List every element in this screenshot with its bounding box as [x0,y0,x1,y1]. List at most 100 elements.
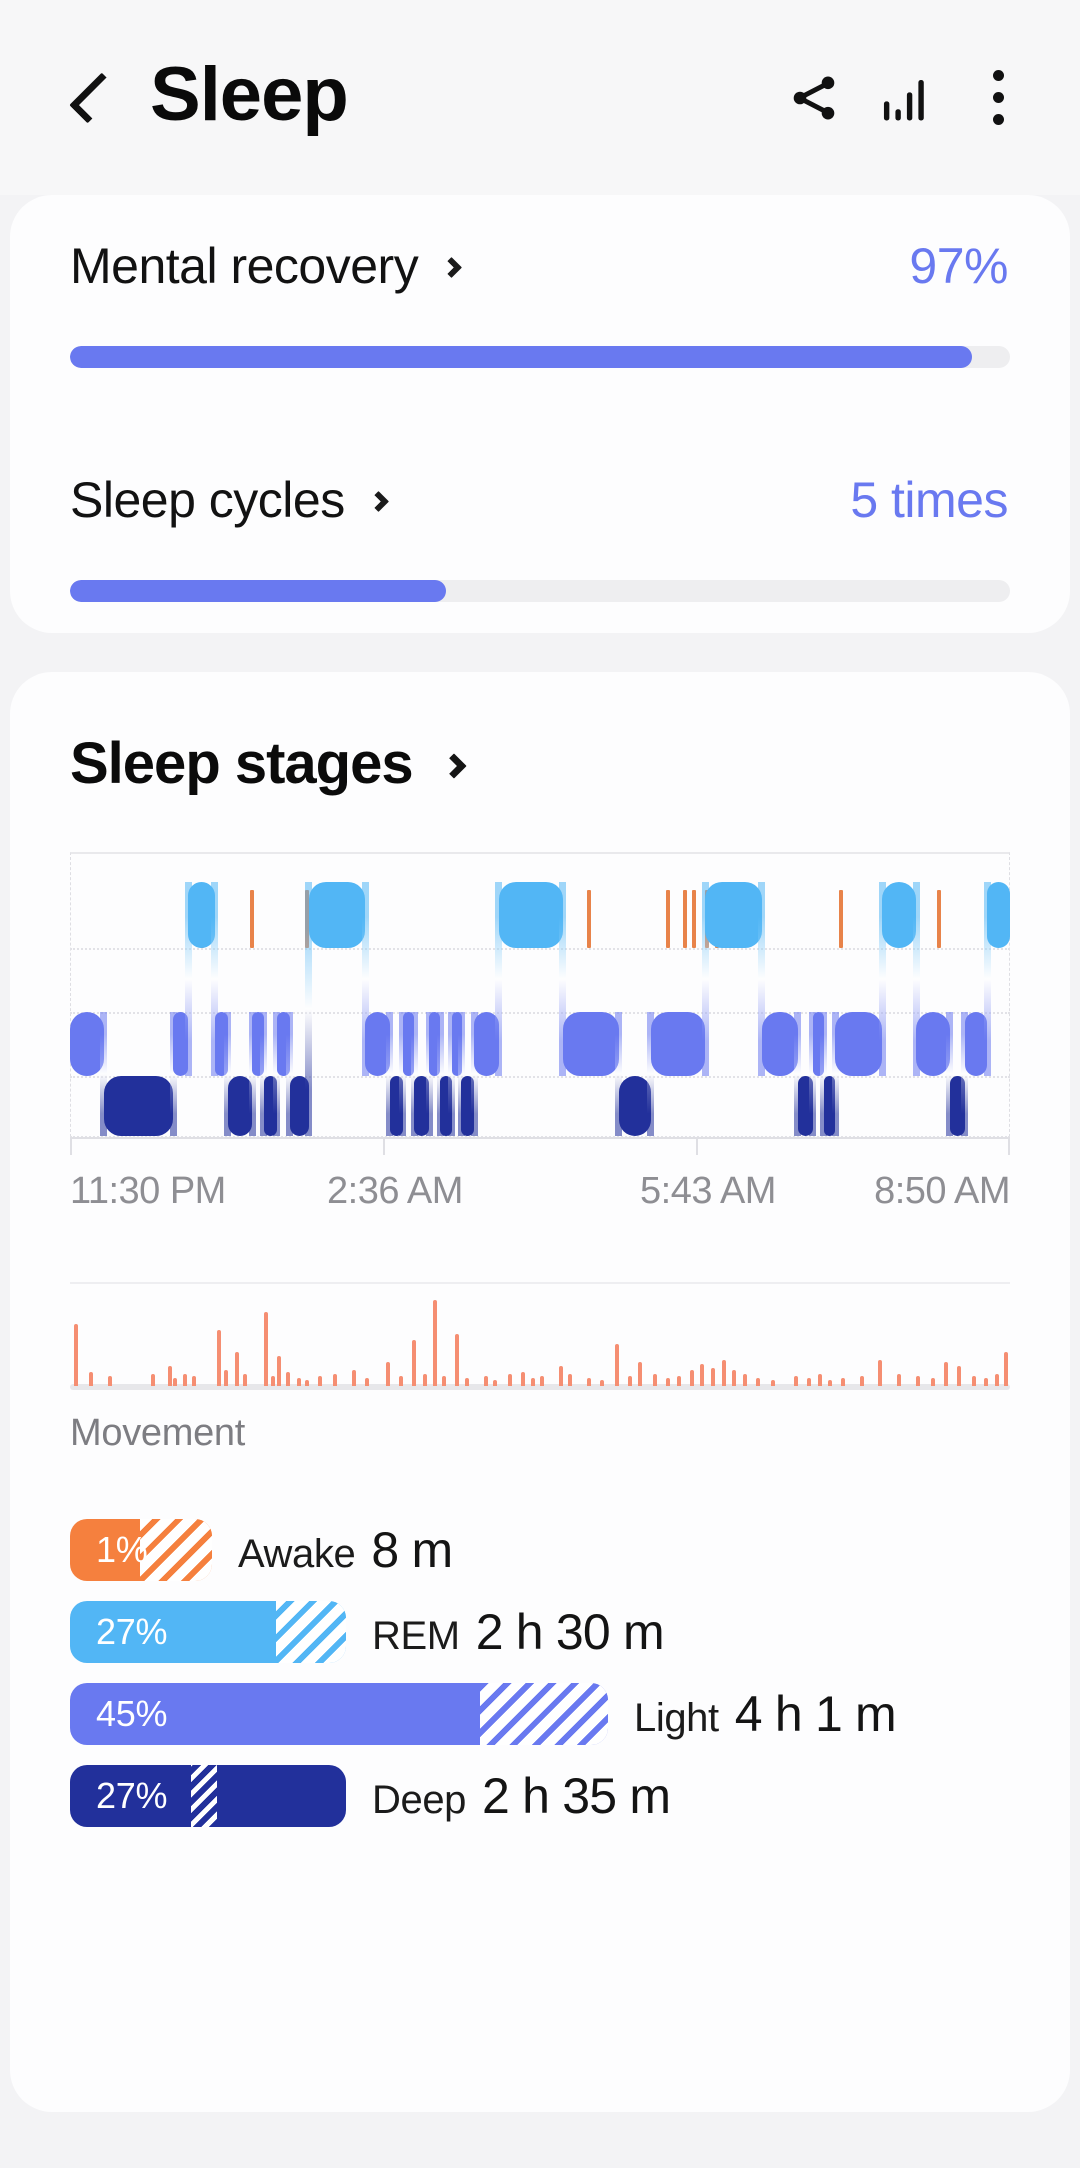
awake-event-tick [587,890,591,948]
legend-bar-hatch [276,1601,346,1663]
legend-bar-solid: 27% [70,1601,346,1663]
legend-duration: 8 m [371,1522,453,1578]
gridline [70,1076,1010,1078]
stage-segment-rem [705,882,762,948]
movement-spike [263,1312,268,1386]
movement-spike [399,1376,403,1386]
stage-segment-deep [103,1076,174,1136]
movement-spike [286,1372,291,1386]
movement-spike [957,1366,962,1386]
movement-chart[interactable] [70,1282,1010,1390]
legend-text: Light 4 h 1 m [634,1685,897,1743]
movement-spike [983,1378,988,1386]
x-axis-tick [1008,1137,1010,1155]
stage-segment-light [70,1012,104,1076]
movement-spike [182,1374,187,1386]
stage-segment-rem [308,882,366,948]
movement-spike [637,1362,642,1386]
more-vertical-icon [992,70,1004,125]
movement-spike [455,1334,460,1386]
sleep-stages-card: Sleep stages 11:30 PM 2:36 AM 5:43 AM 8:50 … [10,672,1070,2112]
sleep-cycles-row[interactable]: Sleep cycles 5 times [10,467,1070,602]
legend-text: Deep 2 h 35 m [372,1767,671,1825]
app-bar-actions [768,0,1044,195]
movement-spike [297,1378,302,1386]
movement-spike [665,1378,670,1386]
x-axis-tick [696,1137,699,1155]
movement-spike [521,1372,526,1386]
chevron-right-icon [440,752,467,779]
movement-spike [483,1376,488,1386]
movement-spike [235,1352,240,1386]
movement-spike [107,1376,112,1386]
chart-x-axis [70,1137,1010,1155]
legend-bar-solid: 1% [70,1519,212,1581]
movement-spike [994,1374,999,1386]
mental-recovery-row[interactable]: Mental recovery 97% [10,233,1070,368]
movement-spike [224,1370,229,1386]
hypnogram-chart[interactable] [70,852,1010,1138]
movement-spike [442,1376,447,1386]
movement-spike [793,1376,798,1386]
sleep-screen: Sleep Mental recovery 97% Sleep cycles 5… [0,0,1080,2168]
share-button[interactable] [768,52,860,144]
movement-spike [305,1380,309,1386]
stage-segment-rem [882,882,916,948]
sleep-cycles-progress-track [70,580,1010,602]
legend-duration: 4 h 1 m [734,1686,897,1742]
movement-spike [385,1362,390,1386]
back-button[interactable] [50,59,128,137]
movement-spike [897,1374,902,1386]
app-bar: Sleep [0,0,1080,195]
movement-spike [493,1380,497,1386]
movement-spike [878,1360,883,1386]
movement-spike [530,1378,535,1386]
legend-bar-hatch [480,1683,608,1745]
stage-segment-deep [618,1076,651,1136]
stage-segment-light [916,1012,950,1076]
movement-spike [423,1374,428,1386]
awake-event-tick [936,890,941,948]
sleep-stages-header[interactable]: Sleep stages [70,730,467,797]
legend-stage-name: Light [634,1696,719,1740]
legend-bar-hatch [140,1519,212,1581]
more-options-button[interactable] [952,52,1044,144]
movement-spike [743,1374,748,1386]
legend-bar-hatch [191,1765,218,1827]
legend-percent: 45% [96,1693,168,1734]
legend-text: Awake 8 m [238,1521,453,1579]
legend-bar: 45% [70,1683,608,1745]
stage-segment-light [650,1012,706,1076]
movement-spike [587,1378,591,1386]
movement-spike [859,1376,864,1386]
legend-percent: 27% [96,1775,168,1816]
movement-spike [558,1366,563,1386]
movement-spike [771,1380,776,1386]
movement-spike [508,1374,513,1386]
x-axis-tick [70,1137,72,1155]
movement-spike [464,1378,469,1386]
movement-spike [276,1356,281,1386]
movement-spike [756,1378,761,1386]
movement-spike [652,1374,657,1386]
movement-spike [711,1368,716,1386]
legend-row-rem: 27% REM 2 h 30 m [70,1599,665,1665]
legend-stage-name: REM [372,1614,460,1658]
legend-bar: 27% [70,1765,346,1827]
bar-chart-icon [883,79,924,120]
movement-spike [73,1324,78,1386]
chart-button[interactable] [860,52,952,144]
movement-spike [916,1376,920,1386]
movement-spike [931,1378,936,1386]
movement-top-line [70,1282,1010,1284]
page-title: Sleep [150,51,349,137]
stage-segment-light [835,1012,883,1076]
movement-spike [731,1370,736,1386]
movement-spike [972,1376,977,1386]
movement-spike [677,1376,682,1386]
sleep-stages-title: Sleep stages [70,731,414,796]
legend-duration: 2 h 35 m [482,1768,671,1824]
movement-spike [167,1366,172,1386]
legend-percent: 27% [96,1611,168,1652]
mental-recovery-value: 97% [909,238,1008,294]
